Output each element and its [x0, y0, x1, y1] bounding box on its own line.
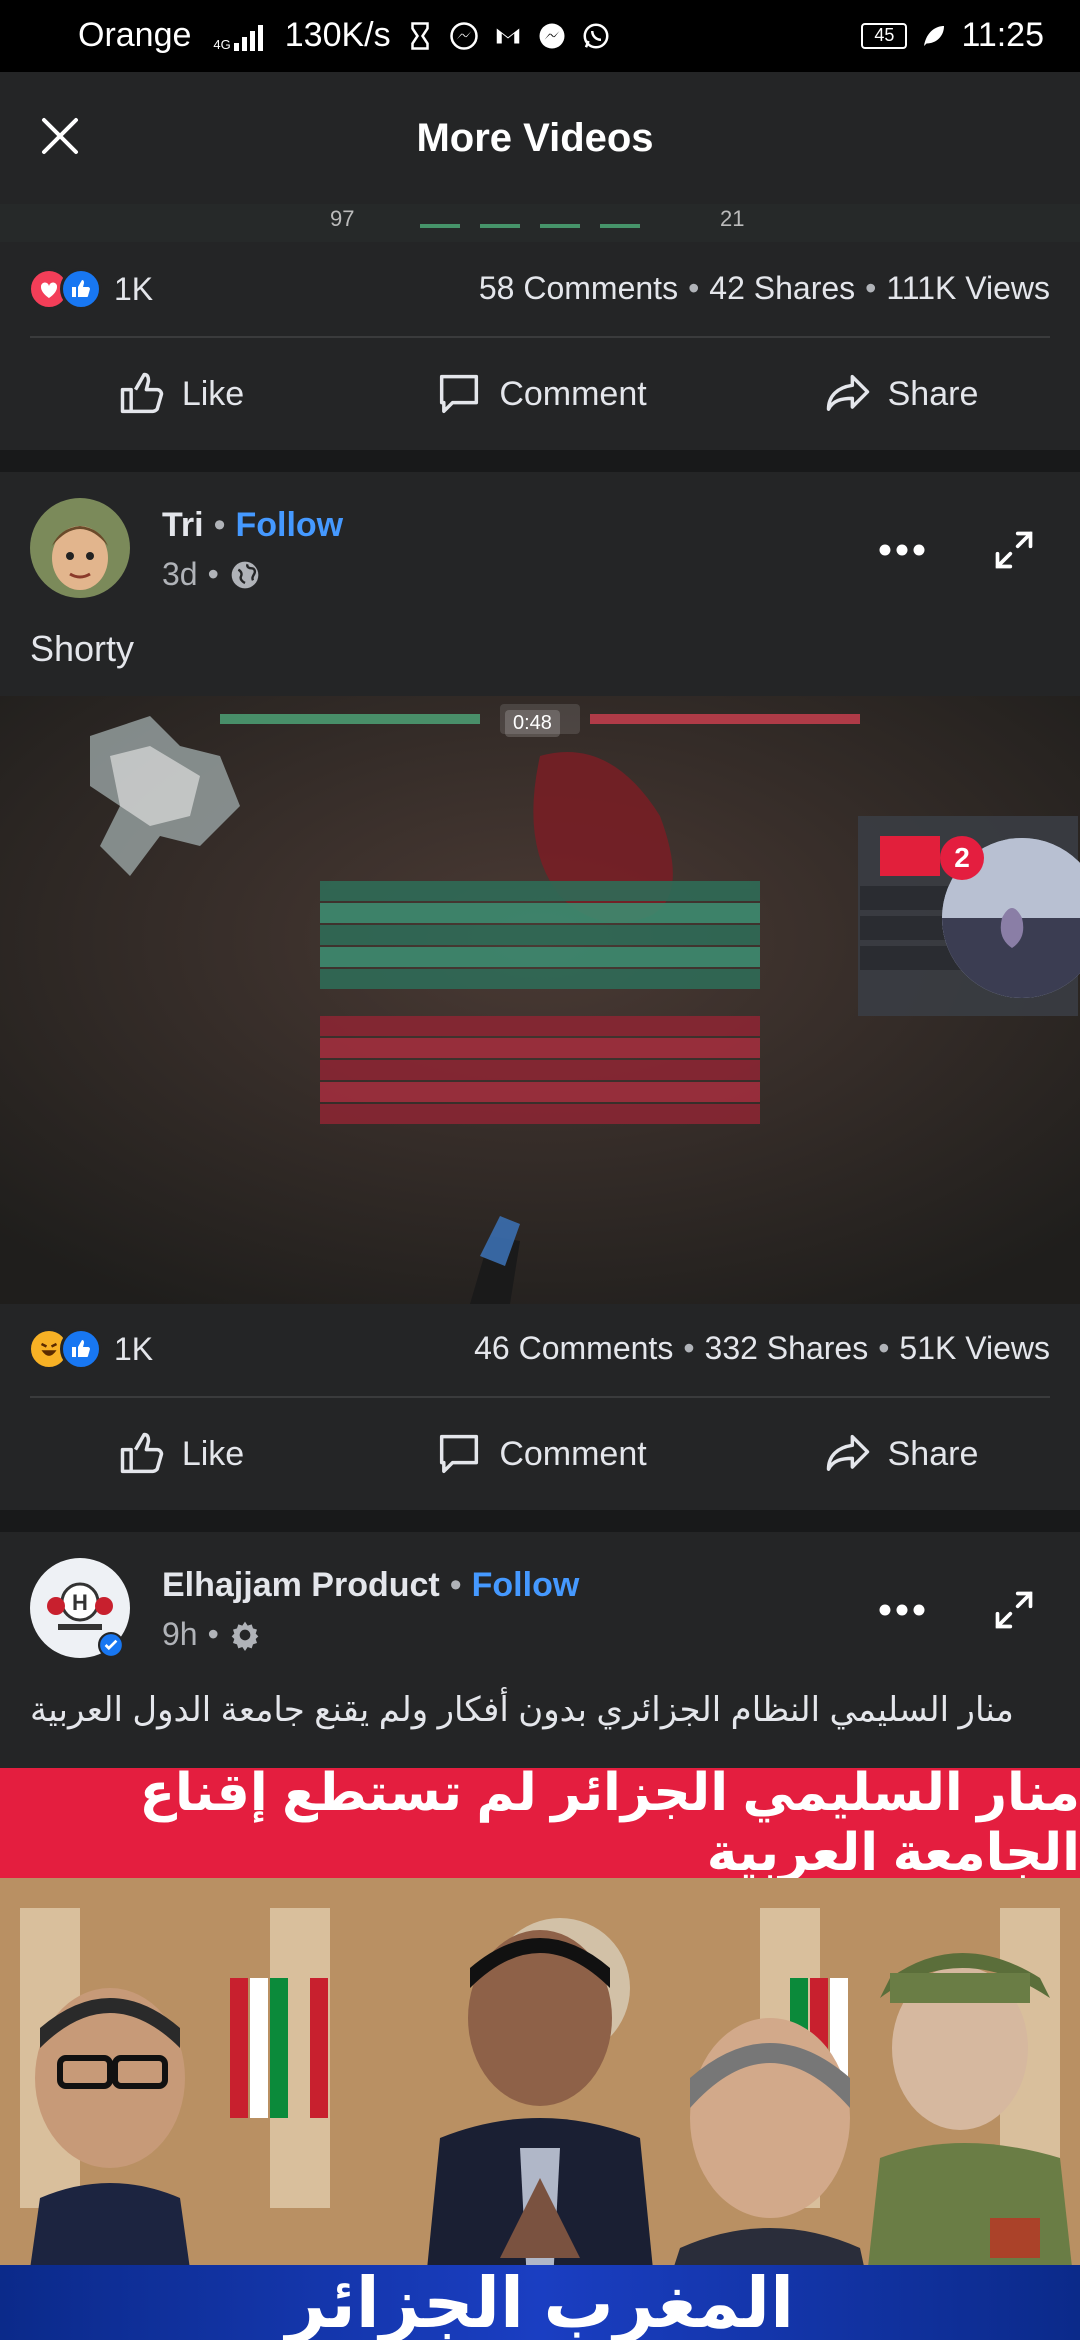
share-arrow-icon — [826, 374, 869, 411]
like-label: Like — [181, 374, 245, 413]
gear-icon — [231, 1621, 259, 1651]
comments-count[interactable]: 58 Comments — [479, 270, 678, 307]
comment-label: Comment — [499, 374, 647, 413]
author-avatar[interactable] — [30, 498, 130, 598]
post-separator — [0, 1510, 1080, 1532]
post-separator — [0, 450, 1080, 472]
like-reaction-icon — [60, 268, 102, 310]
follow-button[interactable]: Follow — [472, 1566, 580, 1605]
network-speed: 130K/s — [284, 16, 391, 54]
comment-button[interactable]: Comment — [360, 344, 720, 444]
thumbnail-footer-text: المغرب الجزائر — [0, 2264, 1080, 2340]
gmail-icon — [496, 28, 519, 43]
fullscreen-button[interactable] — [984, 520, 1044, 580]
battery-icon: 45 — [861, 22, 908, 49]
post-2-actions: Like Comment Share — [0, 1404, 1080, 1504]
comment-button[interactable]: Comment — [360, 1404, 720, 1504]
post-meta: 3d • — [162, 556, 261, 593]
thumbs-up-icon — [120, 372, 164, 414]
leaf-icon — [924, 25, 945, 46]
reaction-count: 1K — [114, 1330, 154, 1367]
clock: 11:25 — [961, 16, 1044, 54]
messenger-icon-2 — [539, 23, 565, 48]
video-duration: 0:48 — [505, 710, 560, 737]
svg-text:H: H — [72, 1590, 88, 1615]
post-1-reactions[interactable]: 1K — [28, 268, 153, 310]
post-time[interactable]: 3d — [162, 556, 198, 593]
more-horizontal-icon — [879, 544, 925, 556]
comments-count[interactable]: 46 Comments — [474, 1330, 673, 1367]
comment-icon — [440, 374, 479, 414]
views-count: 51K Views — [899, 1330, 1050, 1366]
carrier-label: Orange — [78, 16, 192, 54]
more-horizontal-icon — [879, 1604, 925, 1616]
share-arrow-icon — [826, 1434, 869, 1471]
like-button[interactable]: Like — [0, 344, 360, 444]
follow-button[interactable]: Follow — [235, 506, 343, 545]
thumbnail-banner-text: منار السليمي الجزائر لم تستطع إقناع الجا… — [0, 1764, 1080, 1882]
post-meta: 9h • — [162, 1616, 261, 1653]
svg-text:21: 21 — [720, 206, 744, 231]
shares-count[interactable]: 42 Shares — [709, 270, 855, 307]
share-button[interactable]: Share — [720, 344, 1080, 444]
fullscreen-button[interactable] — [984, 1580, 1044, 1640]
verified-badge-icon — [98, 1632, 124, 1658]
post-time[interactable]: 9h — [162, 1616, 198, 1653]
divider — [30, 336, 1050, 338]
post-1-actions: Like Comment Share — [0, 344, 1080, 444]
expand-icon — [995, 1591, 1033, 1629]
like-button[interactable]: Like — [0, 1404, 360, 1504]
author-name[interactable]: Tri — [162, 506, 204, 545]
post-2-video[interactable]: 0:48 — [0, 696, 1080, 1304]
network-type: 4G — [213, 36, 231, 52]
post-2-reactions[interactable]: 1K — [28, 1328, 153, 1370]
divider — [30, 1396, 1050, 1398]
views-count: 111K Views — [886, 270, 1050, 306]
like-reaction-icon — [60, 1328, 102, 1370]
share-button[interactable]: Share — [720, 1404, 1080, 1504]
svg-text:97: 97 — [330, 206, 354, 231]
previous-video-thumbnail[interactable]: 97 21 — [0, 204, 1080, 242]
thumbs-up-icon — [120, 1432, 164, 1474]
expand-icon — [995, 531, 1033, 569]
status-bar: Orange 4G 130K/s 45 11:25 — [0, 0, 1080, 72]
hourglass-icon — [410, 21, 429, 50]
share-label: Share — [887, 1434, 979, 1473]
comment-icon — [440, 1434, 479, 1474]
notification-badge: 2 — [940, 836, 984, 880]
author-row: Tri • Follow — [162, 506, 344, 545]
more-options-button[interactable] — [870, 1578, 934, 1642]
author-name[interactable]: Elhajjam Product — [162, 1566, 440, 1605]
globe-icon — [231, 561, 259, 588]
reaction-count: 1K — [114, 270, 154, 307]
post-caption: منار السليمي النظام الجزائري بدون أفكار … — [30, 1691, 1014, 1729]
shares-count[interactable]: 332 Shares — [705, 1330, 869, 1367]
author-row: Elhajjam Product • Follow — [162, 1566, 580, 1605]
post-caption: Shorty — [30, 628, 135, 669]
share-label: Share — [887, 374, 979, 413]
post-2-stats: 46 Comments • 332 Shares • 51K Views — [474, 1330, 1050, 1367]
post-1-stats: 58 Comments • 42 Shares • 111K Views — [478, 270, 1050, 307]
like-label: Like — [181, 1434, 245, 1473]
comment-label: Comment — [499, 1434, 647, 1473]
messenger-icon — [449, 21, 478, 50]
more-options-button[interactable] — [870, 518, 934, 582]
page-title: More Videos — [416, 116, 654, 160]
signal-icon: 4G — [207, 21, 263, 52]
whatsapp-icon — [583, 23, 609, 48]
